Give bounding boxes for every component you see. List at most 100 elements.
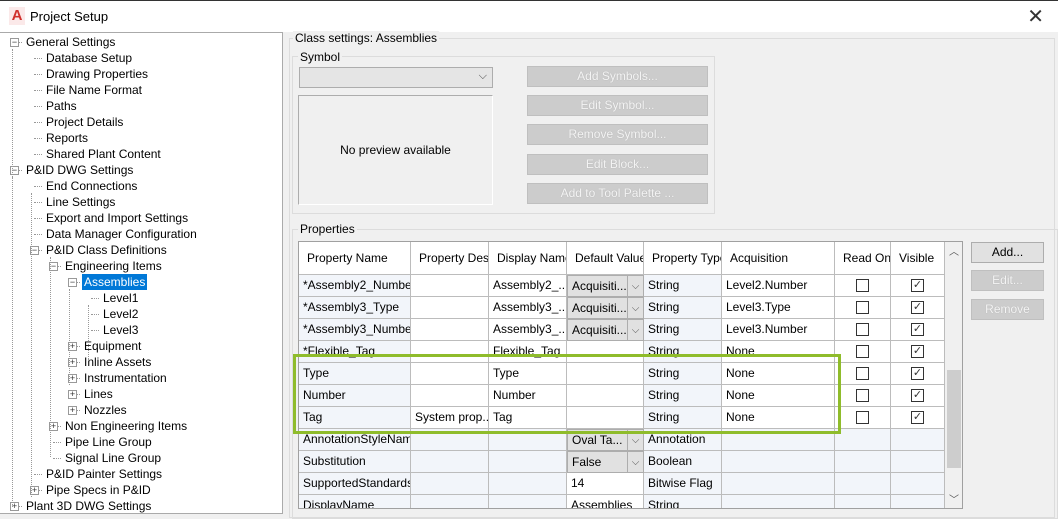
tree-item[interactable]: Instrumentation (82, 370, 169, 386)
cell-acq[interactable] (722, 495, 835, 508)
cell-acq[interactable]: Level3.Number (722, 319, 835, 341)
cell-acq[interactable]: Level3.Type (722, 297, 835, 319)
cell-acq[interactable]: Level2.Number (722, 275, 835, 297)
cell-type[interactable]: String (644, 319, 722, 341)
vertical-scrollbar[interactable]: ︿ ﹀ (945, 242, 962, 508)
tree-item[interactable]: Reports (44, 130, 90, 146)
remove-symbol-button[interactable]: Remove Symbol... (527, 124, 708, 145)
cell-type[interactable]: String (644, 275, 722, 297)
chevron-down-icon[interactable]: ⌵ (627, 452, 643, 472)
cell-default[interactable]: Acquisiti... ⌵ (567, 275, 644, 297)
cell-acq[interactable]: None (722, 341, 835, 363)
edit-block-button[interactable]: Edit Block... (527, 154, 708, 175)
column-header[interactable]: Default Value (567, 242, 644, 275)
chevron-down-icon[interactable]: ⌵ (627, 276, 643, 296)
tree-item[interactable]: Plant 3D DWG Settings (24, 498, 153, 513)
properties-grid[interactable]: Property NameProperty Description Display… (298, 241, 963, 509)
visible-checkbox[interactable]: ✓ (911, 279, 924, 292)
cell-type[interactable]: String (644, 341, 722, 363)
cell-desc[interactable] (411, 385, 489, 407)
tree-item[interactable]: Equipment (82, 338, 143, 354)
cell-display[interactable]: Tag (489, 407, 567, 429)
visible-checkbox[interactable]: ✓ (911, 345, 924, 358)
cell-default[interactable] (567, 341, 644, 363)
edit-symbol-button[interactable]: Edit Symbol... (527, 95, 708, 116)
cell-acq[interactable]: None (722, 407, 835, 429)
cell-display[interactable]: Assembly2_... (489, 275, 567, 297)
cell-name[interactable]: Tag (299, 407, 411, 429)
tree-item[interactable]: End Connections (44, 178, 139, 194)
cell-type[interactable]: Annotation (644, 429, 722, 451)
cell-type[interactable]: String (644, 363, 722, 385)
cell-desc[interactable] (411, 473, 489, 495)
cell-default[interactable]: Oval Ta... ⌵ (567, 429, 644, 451)
tree-item[interactable]: P&ID Painter Settings (44, 466, 164, 482)
cell-name[interactable]: Type (299, 363, 411, 385)
tree-item[interactable]: Inline Assets (82, 354, 153, 370)
cell-type[interactable]: String (644, 407, 722, 429)
visible-checkbox[interactable]: ✓ (911, 301, 924, 314)
cell-display[interactable]: Flexible_Tag (489, 341, 567, 363)
symbol-combo[interactable]: ⌵ (299, 67, 493, 88)
column-header[interactable]: Property Type (644, 242, 722, 275)
column-header[interactable]: Property Name (299, 242, 411, 275)
cell-default[interactable]: False ⌵ (567, 451, 644, 473)
cell-default[interactable] (567, 363, 644, 385)
cell-name[interactable]: *Assembly3_Type (299, 297, 411, 319)
tree-item[interactable]: Line Settings (44, 194, 117, 210)
cell-name[interactable]: *Flexible_Tag (299, 341, 411, 363)
close-icon[interactable]: ✕ (1027, 4, 1044, 29)
cell-default[interactable] (567, 385, 644, 407)
tree-item[interactable]: Level3 (101, 322, 140, 338)
cell-default[interactable]: Assemblies (567, 495, 644, 508)
cell-display[interactable]: Assembly3_... (489, 297, 567, 319)
cell-name[interactable]: Number (299, 385, 411, 407)
add-property-button[interactable]: Add... (971, 242, 1044, 263)
cell-name[interactable]: SupportedStandards (299, 473, 411, 495)
read-only-checkbox[interactable] (856, 301, 869, 314)
cell-name[interactable]: *Assembly3_Number (299, 319, 411, 341)
cell-desc[interactable] (411, 429, 489, 451)
cell-desc[interactable] (411, 275, 489, 297)
expand-icon[interactable]: + (68, 406, 77, 415)
tree-item[interactable]: Shared Plant Content (44, 146, 163, 162)
cell-display[interactable] (489, 451, 567, 473)
visible-checkbox[interactable]: ✓ (911, 323, 924, 336)
column-header[interactable]: Property Description (411, 242, 489, 275)
tree-item[interactable]: Database Setup (44, 50, 134, 66)
cell-desc[interactable] (411, 319, 489, 341)
cell-acq[interactable]: None (722, 363, 835, 385)
cell-type[interactable]: Boolean (644, 451, 722, 473)
tree-item[interactable]: Non Engineering Items (63, 418, 189, 434)
scroll-up-icon[interactable]: ︿ (949, 243, 959, 258)
cell-desc[interactable] (411, 363, 489, 385)
edit-property-button[interactable]: Edit... (971, 270, 1044, 291)
tree-item[interactable]: P&ID Class Definitions (44, 242, 169, 258)
expand-icon[interactable]: + (68, 390, 77, 399)
cell-name[interactable]: AnnotationStyleName (299, 429, 411, 451)
chevron-down-icon[interactable]: ⌵ (627, 320, 643, 340)
tree-item[interactable]: Level1 (101, 290, 140, 306)
read-only-checkbox[interactable] (856, 345, 869, 358)
settings-tree[interactable]: − General Settings Database Setup Drawing P… (0, 32, 283, 514)
cell-type[interactable]: String (644, 385, 722, 407)
cell-type[interactable]: String (644, 495, 722, 508)
cell-display[interactable]: Assembly3_... (489, 319, 567, 341)
cell-default[interactable]: Acquisiti... ⌵ (567, 319, 644, 341)
read-only-checkbox[interactable] (856, 323, 869, 336)
cell-default[interactable]: Acquisiti... ⌵ (567, 297, 644, 319)
cell-display[interactable] (489, 473, 567, 495)
add-symbols-button[interactable]: Add Symbols... (527, 66, 708, 87)
cell-name[interactable]: *Assembly2_Number (299, 275, 411, 297)
cell-type[interactable]: Bitwise Flag (644, 473, 722, 495)
cell-desc[interactable] (411, 495, 489, 508)
cell-desc[interactable] (411, 297, 489, 319)
cell-desc[interactable]: System prop... (411, 407, 489, 429)
cell-type[interactable]: String (644, 297, 722, 319)
cell-acq[interactable]: None (722, 385, 835, 407)
tree-item[interactable]: Data Manager Configuration (44, 226, 199, 242)
cell-name[interactable]: DisplayName (299, 495, 411, 508)
visible-checkbox[interactable]: ✓ (911, 367, 924, 380)
read-only-checkbox[interactable] (856, 367, 869, 380)
chevron-down-icon[interactable]: ⌵ (627, 430, 643, 450)
